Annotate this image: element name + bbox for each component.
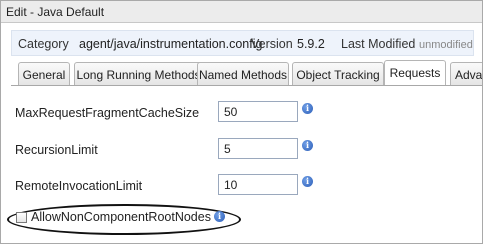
tab-label: Named Methods [198,68,288,82]
remote-invocation-limit-label: RemoteInvocationLimit [15,179,143,193]
recursion-limit-label: RecursionLimit [15,143,98,157]
tab-label: Long Running Methods [76,68,201,82]
version-value: 5.9.2 [297,37,325,51]
tab-object-tracking[interactable]: Object Tracking [292,62,384,85]
title-bar: Edit - Java Default [1,1,482,23]
info-icon[interactable]: i [302,103,313,114]
tab-long-running-methods[interactable]: Long Running Methods [74,62,203,85]
window-title: Edit - Java Default [6,5,105,19]
edit-dialog: Edit - Java Default Category agent/java/… [0,0,483,244]
tab-general[interactable]: General [18,62,70,85]
category-value: agent/java/instrumentation.config [79,37,263,51]
tab-requests[interactable]: Requests [384,60,446,85]
tab-named-methods[interactable]: Named Methods [197,62,289,85]
tab-bar: General Long Running Methods Named Metho… [11,59,482,86]
max-request-fragment-cache-size-input[interactable]: 50 [218,101,298,122]
max-request-fragment-cache-size-label: MaxRequestFragmentCacheSize [15,106,200,120]
category-label: Category [18,37,69,51]
remote-invocation-limit-input[interactable]: 10 [218,174,298,195]
tab-label: Requests [389,66,441,80]
last-modified-value: unmodified [419,39,473,51]
tab-advanced[interactable]: Advanced [450,62,482,85]
tab-label: Object Tracking [296,68,380,82]
last-modified-label: Last Modified [341,37,416,51]
allow-non-component-root-nodes-label: AllowNonComponentRootNodes [31,210,211,224]
tab-label: General [22,68,66,82]
tab-label: Advanced [455,68,482,82]
allow-non-component-root-nodes-checkbox[interactable] [16,212,27,223]
version-label: Version [251,37,293,51]
recursion-limit-input[interactable]: 5 [218,138,298,159]
info-icon[interactable]: i [214,211,225,222]
info-icon[interactable]: i [302,140,313,151]
info-icon[interactable]: i [302,176,313,187]
config-info-bar: Category agent/java/instrumentation.conf… [11,30,474,56]
